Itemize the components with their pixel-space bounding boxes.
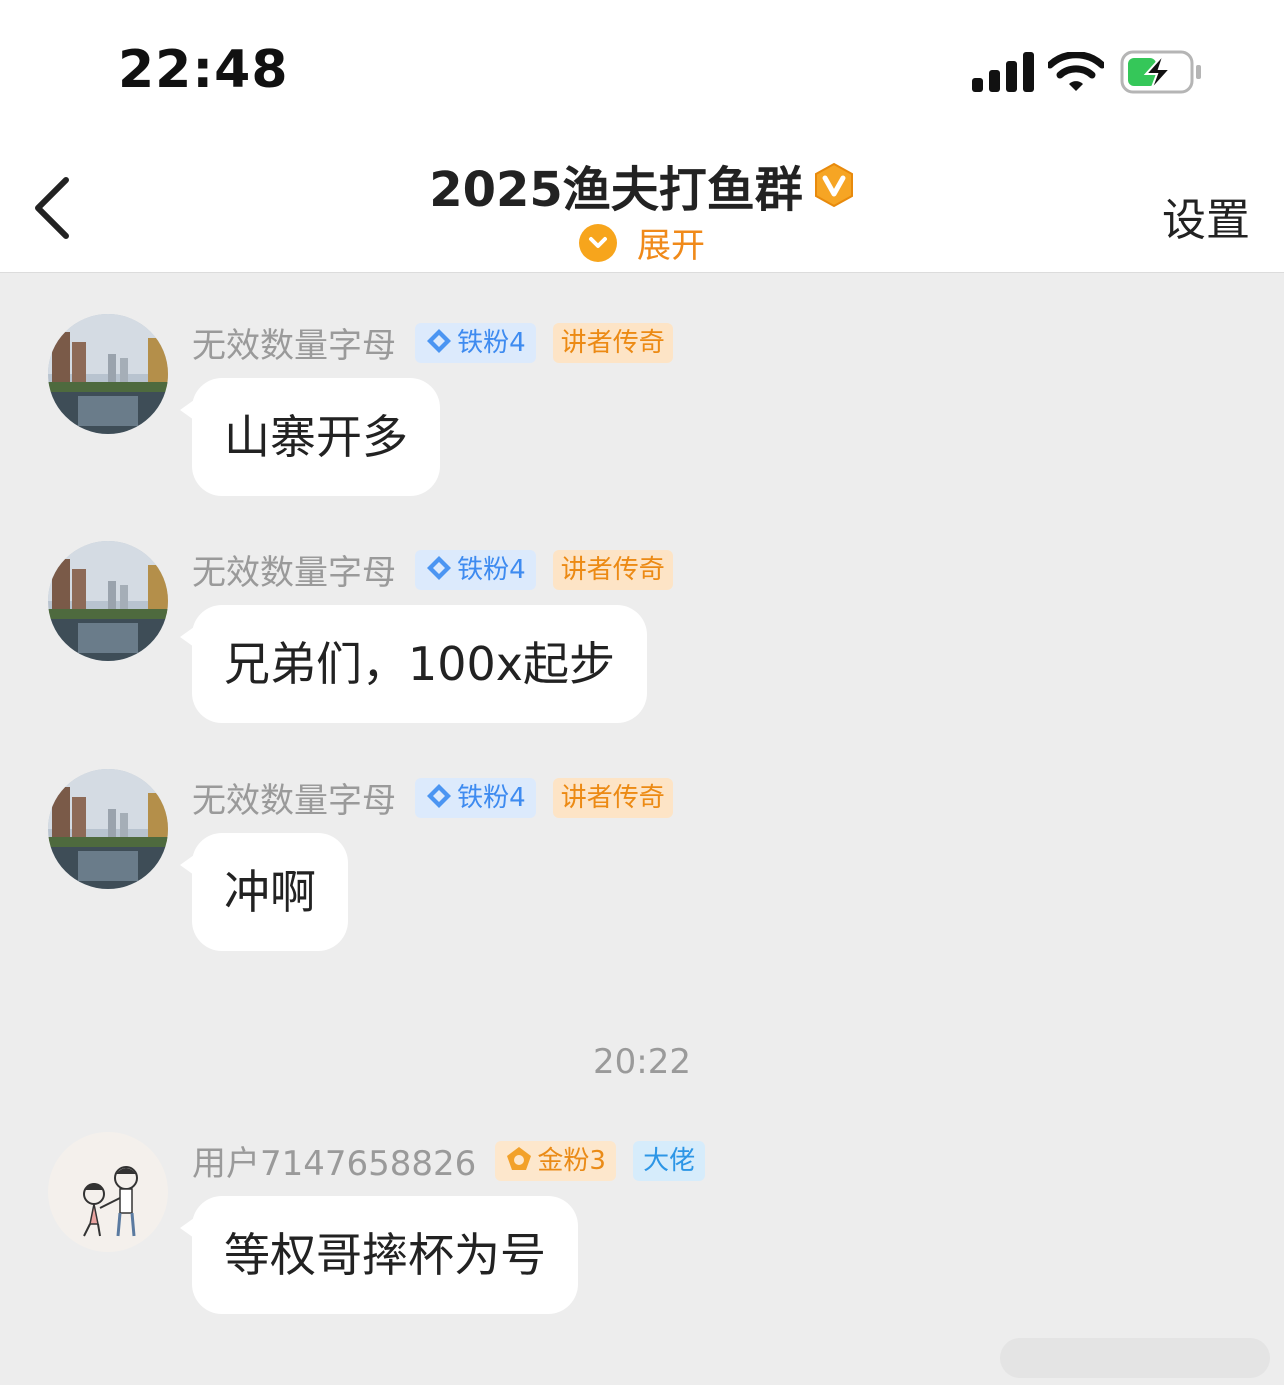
user-avatar[interactable] (48, 1132, 168, 1252)
fan-badge-label: 铁粉4 (457, 554, 526, 585)
battery-charging-icon (1120, 50, 1204, 98)
fan-badge: 铁粉4 (415, 549, 536, 590)
user-avatar[interactable] (48, 541, 168, 661)
fan-badge: 金粉3 (495, 1140, 616, 1181)
sender-info: 无效数量字母 铁粉4 讲者传奇 (192, 545, 685, 593)
diamond-icon (427, 329, 452, 353)
sender-info: 无效数量字母 铁粉4 讲者传奇 (192, 318, 685, 366)
fan-badge-label: 金粉3 (537, 1145, 606, 1176)
title-badge: 讲者传奇 (552, 777, 673, 818)
status-bar: 22:48 (0, 0, 1284, 140)
user-avatar[interactable] (48, 769, 168, 889)
username[interactable]: 无效数量字母 (192, 773, 396, 822)
diamond-icon (427, 784, 452, 808)
message-bubble[interactable]: 等权哥摔杯为号 (180, 1196, 578, 1314)
page-title: 2025渔夫打鱼群 (429, 162, 803, 218)
message-bubble[interactable]: 冲啊 (180, 833, 348, 951)
fan-badge-label: 铁粉4 (457, 327, 526, 358)
fan-badge: 铁粉4 (415, 777, 536, 818)
title-badge: 大佬 (633, 1140, 706, 1181)
diamond-icon (427, 556, 452, 580)
sender-info: 用户7147658826 金粉3 大佬 (192, 1136, 717, 1184)
username[interactable]: 无效数量字母 (192, 545, 396, 594)
username[interactable]: 无效数量字母 (192, 318, 396, 367)
status-time: 22:48 (118, 40, 289, 100)
chevron-down-circle-icon (579, 223, 617, 262)
title-badge: 讲者传奇 (552, 549, 673, 590)
message-bubble[interactable]: 山寨开多 (180, 378, 440, 496)
title-row: 2025渔夫打鱼群 (0, 150, 1284, 220)
pentagon-icon (507, 1147, 532, 1170)
scroll-indicator (1000, 1338, 1270, 1378)
fan-badge-label: 铁粉4 (457, 782, 526, 813)
expand-toggle[interactable]: 展开 (0, 218, 1284, 267)
username[interactable]: 用户7147658826 (192, 1136, 476, 1185)
nav-bar: 2025渔夫打鱼群 展开 设置 (0, 140, 1284, 273)
settings-button[interactable]: 设置 (1162, 184, 1250, 248)
fan-badge: 铁粉4 (415, 322, 536, 363)
message-bubble[interactable]: 兄弟们，100x起步 (179, 605, 648, 723)
user-avatar[interactable] (48, 314, 168, 434)
message-timestamp: 20:22 (593, 1042, 691, 1082)
sender-info: 无效数量字母 铁粉4 讲者传奇 (192, 773, 685, 821)
signal-icon (972, 52, 1034, 96)
title-badge: 讲者传奇 (552, 322, 673, 363)
wifi-icon (1046, 51, 1106, 96)
v-badge-icon (813, 162, 855, 208)
expand-label: 展开 (637, 226, 705, 266)
